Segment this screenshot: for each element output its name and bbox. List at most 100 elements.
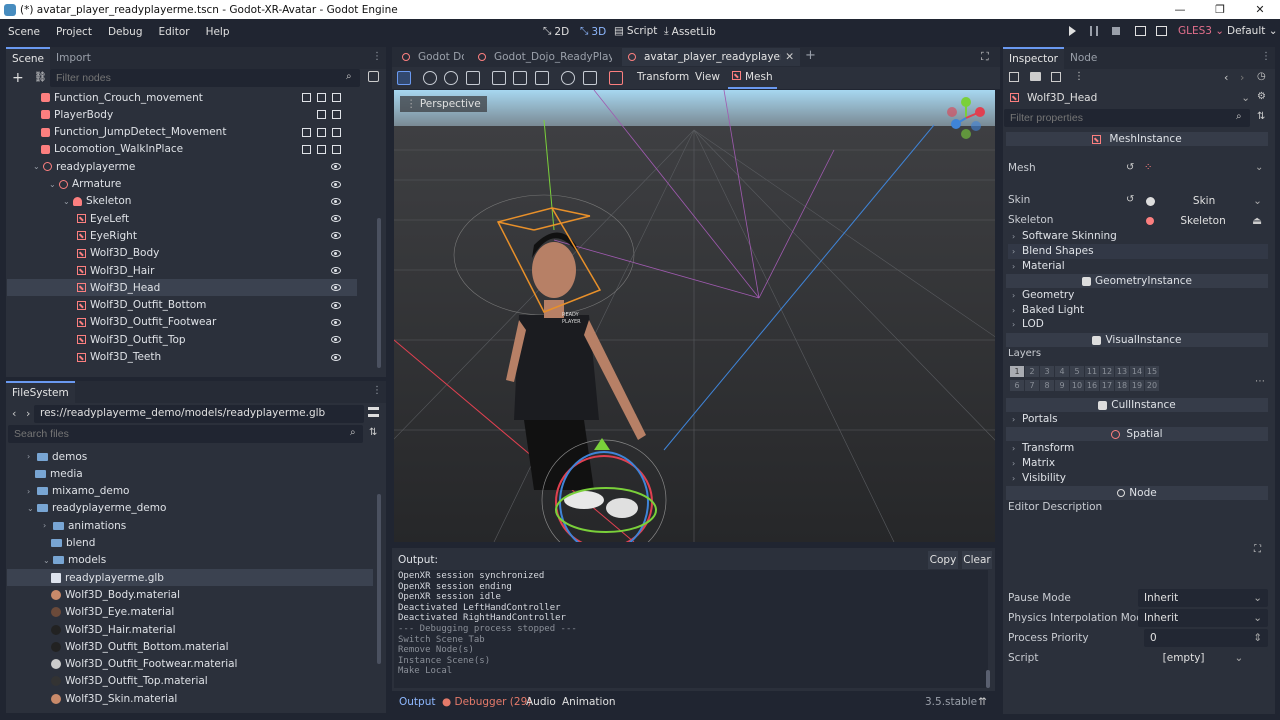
menu-help[interactable]: Help <box>198 26 238 38</box>
menu-editor[interactable]: Editor <box>150 26 197 38</box>
play-icon[interactable] <box>1069 26 1076 36</box>
tree-node[interactable]: EyeRight <box>7 227 357 244</box>
scale-mode-icon[interactable] <box>466 71 480 85</box>
close-tab-icon[interactable]: ✕ <box>785 51 794 63</box>
filesystem-path[interactable]: res://readyplayerme_demo/models/readypla… <box>34 405 364 423</box>
filesystem-scrollbar[interactable] <box>377 494 381 664</box>
save-resource-icon[interactable] <box>1051 72 1061 82</box>
layer-bit[interactable]: 2 <box>1025 366 1039 377</box>
camera-preview-icon[interactable] <box>609 71 623 85</box>
skin-field[interactable]: Skin ⌄ <box>1140 192 1268 210</box>
layer-bit[interactable]: 13 <box>1115 366 1129 377</box>
scene-tab[interactable]: avatar_player_readyplayerme(*) ✕ <box>622 48 800 66</box>
workspace-assetlib[interactable]: ⤓ AssetLib <box>664 25 716 38</box>
file-item[interactable]: Wolf3D_Outfit_Top.material <box>7 673 373 690</box>
node-flag-icon[interactable] <box>332 144 341 154</box>
folder-arrow-icon[interactable]: ⌄ <box>27 504 37 513</box>
pause-mode-select[interactable]: Inherit ⌄ <box>1138 589 1268 607</box>
search-files-input[interactable] <box>8 425 363 443</box>
snap-icon[interactable] <box>583 71 597 85</box>
new-resource-icon[interactable] <box>1009 72 1019 82</box>
stop-icon[interactable] <box>1112 27 1120 35</box>
forward-icon[interactable]: › <box>26 407 30 420</box>
visibility-eye-icon[interactable] <box>331 197 341 205</box>
group-geometry[interactable]: › Geometry <box>1012 289 1074 301</box>
folder-arrow-icon[interactable]: › <box>27 487 37 496</box>
layer-bit[interactable]: 9 <box>1055 380 1069 391</box>
rotate-mode-icon[interactable] <box>444 71 458 85</box>
inspected-object[interactable]: Wolf3D_Head ⌄ <box>1006 89 1250 106</box>
inspector-menu-icon[interactable]: ⋮ <box>1261 51 1271 62</box>
workspace-3d[interactable]: ⤡ 3D <box>580 25 606 38</box>
layer-bit[interactable]: 8 <box>1040 380 1054 391</box>
file-item[interactable]: Wolf3D_Hair.material <box>7 621 373 638</box>
file-item[interactable]: readyplayerme.glb <box>7 569 373 587</box>
layer-bit[interactable]: 4 <box>1055 366 1069 377</box>
layer-bit[interactable]: 6 <box>1010 380 1024 391</box>
menu-debug[interactable]: Debug <box>100 26 151 38</box>
node-state-icons[interactable] <box>302 93 341 102</box>
visibility-eye-icon[interactable] <box>331 284 341 292</box>
visibility-eye-icon[interactable] <box>331 336 341 344</box>
tab-inspector[interactable]: Inspector <box>1003 47 1064 69</box>
script-field[interactable]: [empty] ⌄ <box>1138 649 1268 667</box>
mesh-menu[interactable]: Mesh <box>728 67 777 89</box>
revert-icon[interactable]: ↺ <box>1126 162 1134 173</box>
node-state-icons[interactable] <box>302 127 341 137</box>
property-options-icon[interactable]: ⇅ <box>1257 111 1265 122</box>
physics-interpolation-select[interactable]: Inherit ⌄ <box>1138 609 1268 627</box>
node-flag-icon[interactable] <box>302 93 311 102</box>
local-space-icon[interactable] <box>561 71 575 85</box>
scene-tree-scrollbar[interactable] <box>377 218 381 368</box>
bottom-tab-output[interactable]: Output <box>399 696 435 708</box>
file-item[interactable]: ⌄ models <box>7 552 373 569</box>
bottom-tab-debugger[interactable]: ● Debugger (29) <box>442 696 531 708</box>
tree-node[interactable]: Wolf3D_Head <box>7 279 357 297</box>
visibility-eye-icon[interactable] <box>331 267 341 274</box>
minimize-button[interactable]: — <box>1160 0 1200 19</box>
skeleton-field[interactable]: Skeleton ⏏ <box>1140 212 1268 230</box>
layer-bit[interactable]: 18 <box>1115 380 1129 391</box>
lock-icon[interactable] <box>513 71 527 85</box>
scene-tab[interactable]: Godot_Dojo_ReadyPlayerMe <box>472 48 618 66</box>
workspace-script[interactable]: ▤ Script <box>614 25 657 37</box>
visibility-eye-icon[interactable] <box>331 353 341 361</box>
tree-node[interactable]: Wolf3D_Teeth <box>7 349 357 366</box>
tree-node[interactable]: Wolf3D_Body <box>7 245 357 262</box>
tab-scene[interactable]: Scene <box>6 47 51 69</box>
play-scene-icon[interactable] <box>1135 26 1146 36</box>
node-flag-icon[interactable] <box>302 127 311 137</box>
node-state-icons[interactable] <box>317 110 341 120</box>
layer-bit[interactable]: 7 <box>1025 380 1039 391</box>
visibility-eye-icon[interactable] <box>331 249 341 257</box>
instance-scene-icon[interactable]: ⛓ <box>34 72 47 83</box>
tree-node[interactable]: Wolf3D_Outfit_Top <box>7 331 357 348</box>
output-scrollbar[interactable] <box>986 670 990 688</box>
layer-bit[interactable]: 19 <box>1130 380 1144 391</box>
group-matrix[interactable]: › Matrix <box>1012 457 1055 469</box>
visibility-eye-icon[interactable] <box>331 232 341 240</box>
file-item[interactable]: › mixamo_demo <box>7 483 373 500</box>
perspective-button[interactable]: ⋮ Perspective <box>400 96 487 112</box>
visibility-eye-icon[interactable] <box>331 180 341 188</box>
folder-arrow-icon[interactable]: › <box>27 452 37 461</box>
bottom-tab-animation[interactable]: Animation <box>562 696 616 708</box>
object-tools-icon[interactable]: ⚙ <box>1257 91 1266 102</box>
group-icon[interactable] <box>535 71 549 85</box>
renderer-select[interactable]: GLES3 ⌄ <box>1178 25 1224 37</box>
close-window-button[interactable]: ✕ <box>1240 0 1280 19</box>
file-item[interactable]: Wolf3D_Eye.material <box>7 604 373 621</box>
layer-bit[interactable]: 17 <box>1100 380 1114 391</box>
sort-icon[interactable]: ⇅ <box>369 427 377 438</box>
layers-menu-icon[interactable]: ⋯ <box>1255 376 1265 387</box>
visibility-eye-icon[interactable] <box>331 163 341 171</box>
node-flag-icon[interactable] <box>332 110 341 120</box>
filesystem-menu-icon[interactable]: ⋮ <box>372 385 382 396</box>
file-item[interactable]: Wolf3D_Outfit_Bottom.material <box>7 638 373 655</box>
expand-arrow-icon[interactable]: ⌄ <box>33 162 43 171</box>
tree-node[interactable]: Wolf3D_Outfit_Bottom <box>7 297 357 314</box>
layer-bit[interactable]: 15 <box>1145 366 1159 377</box>
node-flag-icon[interactable] <box>317 93 326 102</box>
process-priority-spinbox[interactable]: 0 ⇕ <box>1144 629 1268 647</box>
group-material[interactable]: › Material <box>1012 260 1065 272</box>
